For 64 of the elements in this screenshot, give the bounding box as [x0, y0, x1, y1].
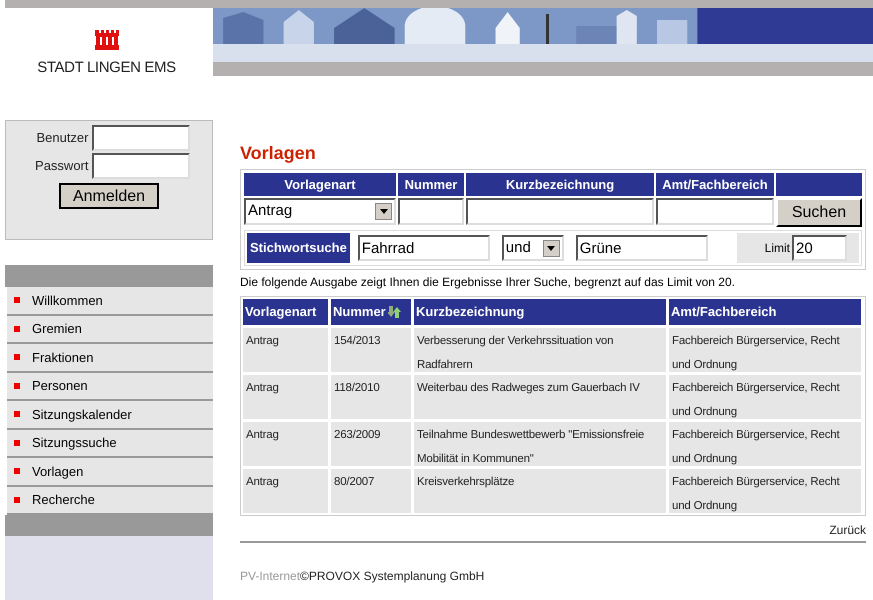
- castle-logo-icon: [94, 28, 120, 51]
- logo-text: STADT LINGEN EMS: [37, 58, 176, 78]
- department-field[interactable]: [656, 198, 774, 225]
- column-header: Kurzbezeichnung: [466, 173, 654, 196]
- bullet-icon: [14, 326, 20, 332]
- table-cell: Teilnahme Bundeswettbewerb "Emissionsfreie Mobilität in Kommunen": [414, 422, 666, 466]
- menu-item[interactable]: Personen: [7, 372, 213, 401]
- table-cell: 118/2010: [331, 375, 411, 419]
- table-cell: Kreisverkehrsplätze: [414, 469, 666, 513]
- bullet-icon: [14, 440, 20, 446]
- page-title: Vorlagen: [240, 142, 317, 164]
- table-cell: Fachbereich Bürgerservice, Recht und Ordnung: [669, 328, 861, 372]
- table-cell: Antrag: [243, 469, 328, 513]
- bullet-icon: [14, 411, 20, 418]
- sort-arrows-icon[interactable]: [388, 306, 402, 318]
- column-header: Amt/Fachbereich: [656, 173, 774, 196]
- field-label: Benutzer: [35, 129, 88, 148]
- menu-item[interactable]: Recherche: [7, 486, 213, 515]
- limit-field[interactable]: 20: [792, 235, 847, 261]
- table-cell: Antrag: [243, 328, 328, 372]
- table-cell: Weiterbau des Radweges zum Gauerbach IV: [414, 375, 666, 419]
- table-cell: Fachbereich Bürgerservice, Recht und Ordnung: [669, 375, 861, 419]
- copyright-text: ©PROVOX Systemplanung GmbH: [300, 569, 484, 583]
- column-header[interactable]: Nummer: [331, 299, 411, 325]
- title-field[interactable]: [466, 198, 654, 225]
- keyword-field[interactable]: Grüne: [576, 235, 708, 261]
- menu-item[interactable]: Fraktionen: [7, 344, 213, 372]
- limit-label: Limit: [764, 240, 790, 257]
- operator-select[interactable]: und: [502, 235, 564, 261]
- keyword-field[interactable]: Fahrrad: [358, 235, 490, 261]
- column-header: Kurzbezeichnung: [414, 299, 666, 325]
- column-header: Nummer: [398, 173, 464, 196]
- bullet-icon: [14, 354, 20, 360]
- table-cell: 80/2007: [331, 469, 411, 513]
- table-cell: Fachbereich Bürgerservice, Recht und Ordnung: [669, 469, 861, 513]
- bullet-icon: [14, 468, 20, 474]
- column-header: Vorlagenart: [243, 299, 328, 325]
- keyword-label: Stichwortsuche: [247, 233, 350, 263]
- menu-item[interactable]: Vorlagen: [7, 458, 213, 486]
- bullet-icon: [14, 496, 20, 503]
- bullet-icon: [14, 297, 20, 304]
- faded-footer-text: PV-Internet: [240, 569, 300, 583]
- table-cell: 263/2009: [331, 422, 411, 466]
- number-field[interactable]: [398, 198, 464, 225]
- back-link[interactable]: Zurück: [829, 521, 866, 539]
- menu-item[interactable]: Gremien: [7, 316, 213, 344]
- search-button[interactable]: Suchen: [776, 198, 862, 227]
- password-field[interactable]: [92, 153, 190, 179]
- table-cell: Antrag: [243, 422, 328, 466]
- result-info: Die folgende Ausgabe zeigt Ihnen die Ergebnisse Ihrer Suche, begrenzt auf das Limit von 20.: [240, 274, 736, 291]
- column-header: Amt/Fachbereich: [669, 299, 861, 325]
- menu-item[interactable]: Sitzungssuche: [7, 430, 213, 458]
- table-cell: Verbesserung der Verkehrssituation von Radfahrern: [414, 328, 666, 372]
- table-cell: Antrag: [243, 375, 328, 419]
- column-header: Vorlagenart: [244, 173, 396, 196]
- menu-item[interactable]: Sitzungskalender: [7, 401, 213, 430]
- table-cell: 154/2013: [331, 328, 411, 372]
- bullet-icon: [14, 382, 20, 389]
- login-button[interactable]: Anmelden: [58, 183, 160, 209]
- field-label: Passwort: [34, 157, 88, 176]
- menu-item[interactable]: Willkommen: [7, 287, 213, 316]
- type-select[interactable]: Antrag: [244, 198, 396, 225]
- username-field[interactable]: [92, 125, 190, 151]
- table-cell: Fachbereich Bürgerservice, Recht und Ordnung: [669, 422, 861, 466]
